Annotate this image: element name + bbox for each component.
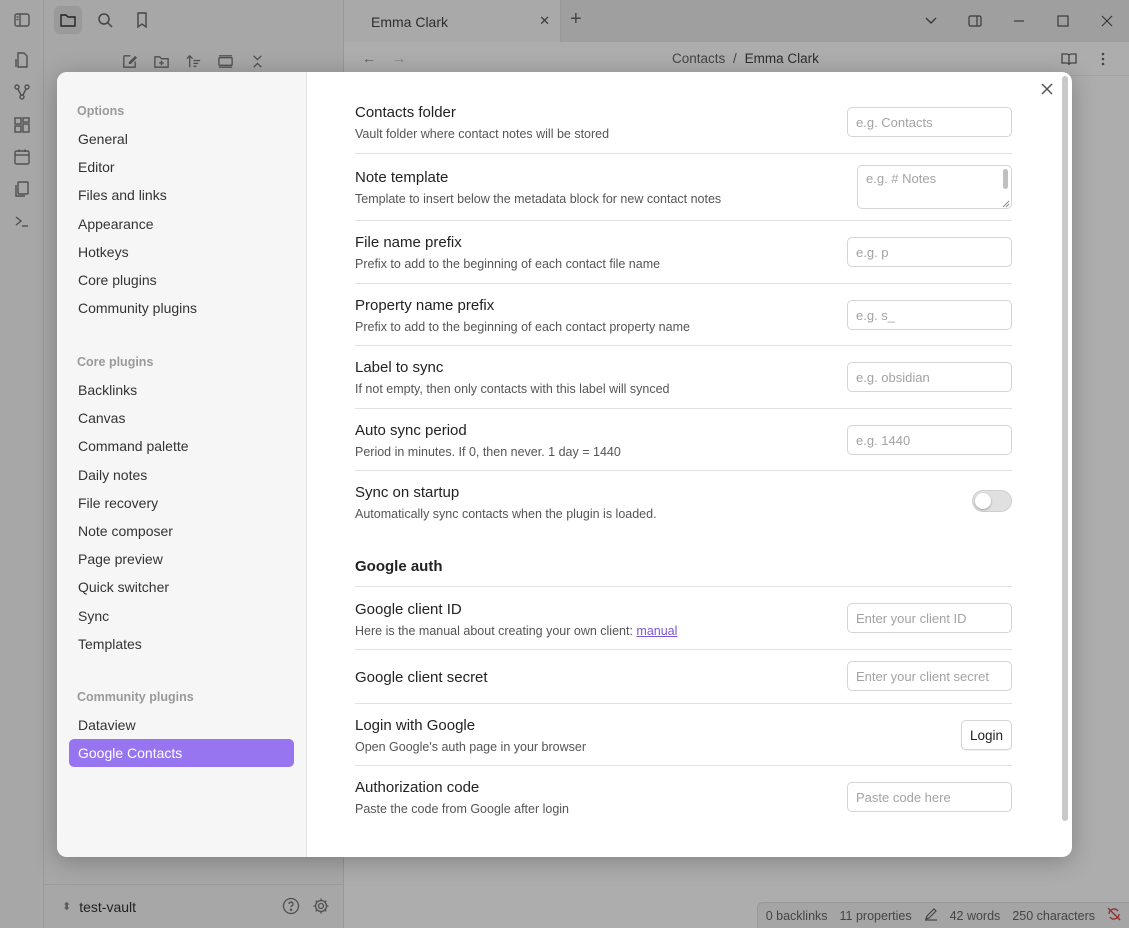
label-sync-input[interactable] [847,362,1012,392]
sidebar-item-files-and-links[interactable]: Files and links [69,181,294,209]
scrollbar-thumb[interactable] [1062,76,1068,821]
setting-desc: Period in minutes. If 0, then never. 1 d… [355,445,621,459]
setting-name: Note template [355,169,449,186]
setting-desc: Prefix to add to the beginning of each c… [355,320,690,334]
sidebar-item-backlinks[interactable]: Backlinks [69,376,294,404]
setting-client-secret: Google client secret [355,649,1012,704]
setting-name: Auto sync period [355,422,467,439]
property-prefix-input[interactable] [847,300,1012,330]
setting-client-id: Google client ID Here is the manual abou… [355,587,1012,650]
sidebar-item-dataview[interactable]: Dataview [69,711,294,739]
toggle-knob [975,493,991,509]
sidebar-item-community-plugins[interactable]: Community plugins [69,294,294,322]
setting-property-prefix: Property name prefix Prefix to add to th… [355,283,1012,346]
setting-name: Google client secret [355,669,488,686]
setting-name: File name prefix [355,234,462,251]
setting-name: Label to sync [355,359,444,376]
core-plugins-heading: Core plugins [77,355,154,369]
setting-desc: If not empty, then only contacts with th… [355,382,670,396]
setting-label-sync: Label to sync If not empty, then only co… [355,345,1012,408]
community-plugins-group: Community plugins Dataview Google Contac… [69,687,294,768]
setting-name: Property name prefix [355,297,495,314]
sidebar-item-general[interactable]: General [69,125,294,153]
options-heading: Options [77,104,125,118]
settings-sidebar: Options General Editor Files and links A… [57,72,307,857]
sidebar-item-google-contacts[interactable]: Google Contacts [69,739,294,768]
setting-desc: Open Google's auth page in your browser [355,740,586,754]
file-prefix-input[interactable] [847,237,1012,267]
setting-desc: Automatically sync contacts when the plu… [355,507,657,521]
textarea-scrollbar[interactable] [1003,169,1008,189]
community-plugins-heading: Community plugins [77,690,194,704]
sidebar-item-note-composer[interactable]: Note composer [69,517,294,545]
sidebar-item-appearance[interactable]: Appearance [69,210,294,238]
sidebar-item-sync[interactable]: Sync [69,602,294,630]
note-template-textarea[interactable] [857,165,1012,209]
sync-startup-toggle[interactable] [972,490,1012,512]
manual-link[interactable]: manual [636,624,677,638]
setting-name: Google client ID [355,601,462,618]
client-id-desc-text: Here is the manual about creating your o… [355,624,637,638]
client-secret-input[interactable] [847,661,1012,691]
core-plugins-group: Core plugins Backlinks Canvas Command pa… [69,352,294,658]
sidebar-item-canvas[interactable]: Canvas [69,404,294,432]
sidebar-item-daily-notes[interactable]: Daily notes [69,461,294,489]
setting-desc: Vault folder where contact notes will be… [355,127,610,141]
resize-grip-icon[interactable] [1002,200,1010,208]
setting-name: Contacts folder [355,104,456,121]
setting-desc: Paste the code from Google after login [355,802,570,816]
sidebar-item-templates[interactable]: Templates [69,630,294,658]
client-id-input[interactable] [847,603,1012,633]
close-icon[interactable] [1039,81,1055,97]
contacts-folder-input[interactable] [847,107,1012,137]
setting-desc: Prefix to add to the beginning of each c… [355,257,661,271]
setting-contacts-folder: Contacts folder Vault folder where conta… [355,92,1012,154]
options-group: Options General Editor Files and links A… [69,101,294,322]
sidebar-item-editor[interactable]: Editor [69,153,294,181]
setting-desc: Template to insert below the metadata bl… [355,192,722,206]
login-button[interactable]: Login [960,720,1012,750]
settings-content: Contacts folder Vault folder where conta… [307,72,1067,857]
setting-auth-code: Authorization code Paste the code from G… [355,765,1012,828]
setting-name: Login with Google [355,717,476,734]
sidebar-item-command-palette[interactable]: Command palette [69,432,294,460]
setting-name: Sync on startup [355,484,460,501]
google-auth-heading: Google auth [355,557,1012,587]
setting-desc: Here is the manual about creating your o… [355,624,677,638]
sidebar-item-file-recovery[interactable]: File recovery [69,489,294,517]
setting-sync-startup: Sync on startup Automatically sync conta… [355,470,1012,532]
auth-code-input[interactable] [847,782,1012,812]
setting-name: Authorization code [355,779,480,796]
settings-modal: Options General Editor Files and links A… [57,72,1072,857]
sidebar-item-core-plugins[interactable]: Core plugins [69,266,294,294]
auto-sync-input[interactable] [847,425,1012,455]
setting-login: Login with Google Open Google's auth pag… [355,703,1012,766]
setting-auto-sync: Auto sync period Period in minutes. If 0… [355,408,1012,471]
sidebar-item-page-preview[interactable]: Page preview [69,545,294,573]
sidebar-item-hotkeys[interactable]: Hotkeys [69,238,294,266]
sidebar-item-quick-switcher[interactable]: Quick switcher [69,573,294,601]
setting-note-template: Note template Template to insert below t… [355,153,1012,220]
setting-file-prefix: File name prefix Prefix to add to the be… [355,220,1012,283]
